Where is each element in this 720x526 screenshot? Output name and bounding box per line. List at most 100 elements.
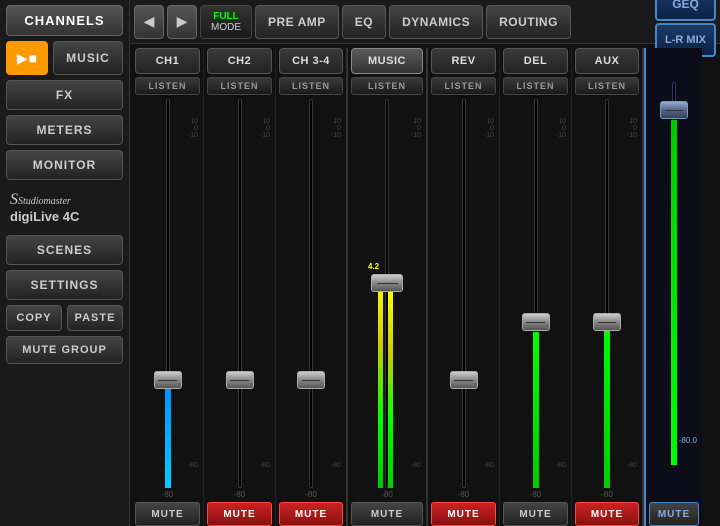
aux-vu-bar — [604, 313, 610, 488]
ch1-fader-container: 10 0 -10 -80 — [135, 99, 200, 488]
ch2-scale: 10 0 -10 -80 — [260, 118, 270, 468]
geq-vu-bar — [671, 120, 677, 465]
rev-scale: 10 0 -10 -80 — [484, 118, 494, 468]
ch1-mute-button[interactable]: MUTE — [135, 502, 200, 526]
geq-level-value: -80.0 — [679, 436, 697, 445]
sidebar: CHANNELS ▶■ MUSIC FX METERS MONITOR SStu… — [0, 0, 130, 526]
ch34-mute-button[interactable]: MUTE — [279, 502, 343, 526]
del-label-button[interactable]: DEL — [503, 48, 568, 74]
geq-fader-knob[interactable] — [660, 101, 688, 119]
music-fader-knob[interactable] — [371, 274, 403, 292]
channel-strip-rev: REV LISTEN 10 0 -10 -80 -80 MUTE — [428, 48, 500, 526]
ch34-label-button[interactable]: CH 3-4 — [279, 48, 343, 74]
aux-fader-knob[interactable] — [593, 313, 621, 331]
ch2-fader-track — [238, 99, 242, 488]
channel-strip-del: DEL LISTEN 10 0 -10 -80 -80 MUTE — [500, 48, 572, 526]
logo-area: SStudiomaster digiLive 4C — [6, 185, 123, 230]
full-text: FULL — [213, 11, 239, 22]
ch1-fader-knob[interactable] — [154, 371, 182, 389]
routing-button[interactable]: ROUTING — [486, 5, 571, 39]
del-fader-knob[interactable] — [522, 313, 550, 331]
music-label-button[interactable]: MUSIC — [351, 48, 423, 74]
music-button[interactable]: MUSIC — [53, 41, 123, 75]
del-bottom-label: -80 — [530, 490, 542, 499]
nav-forward-button[interactable]: ▶ — [167, 5, 197, 39]
ch1-label-button[interactable]: CH1 — [135, 48, 200, 74]
channels-button[interactable]: CHANNELS — [6, 5, 123, 36]
ch34-fader-track — [309, 99, 313, 488]
music-scale: 10 0 -10 -80 — [411, 118, 421, 468]
music-listen-button[interactable]: LISTEN — [351, 77, 423, 95]
preamp-button[interactable]: PRE AMP — [255, 5, 339, 39]
rev-mute-button[interactable]: MUTE — [431, 502, 496, 526]
geq-fader-track-area — [659, 82, 689, 465]
brand-logo: SStudiomaster — [10, 191, 71, 209]
stop-icon: ■ — [29, 50, 37, 66]
aux-label-button[interactable]: AUX — [575, 48, 639, 74]
channel-strip-aux: AUX LISTEN 10 0 -10 -80 -80 MUTE — [572, 48, 644, 526]
music-vu-value: 4.2 — [368, 262, 379, 271]
ch2-fader-track-area — [225, 99, 255, 488]
ch1-bottom-label: -80 — [162, 490, 174, 499]
ch2-label-button[interactable]: CH2 — [207, 48, 272, 74]
aux-scale: 10 0 -10 -80 — [627, 118, 637, 468]
aux-bottom-label: -80 — [601, 490, 613, 499]
aux-fader-track-area — [592, 99, 622, 488]
rev-fader-knob[interactable] — [450, 371, 478, 389]
aux-mute-button[interactable]: MUTE — [575, 502, 639, 526]
top-bar-left: ◀ ▶ FULL MODE PRE AMP EQ DYNAMICS ROUTIN… — [134, 5, 571, 39]
play-icon: ▶ — [17, 50, 28, 67]
copy-button[interactable]: COPY — [6, 305, 62, 331]
paste-button[interactable]: PASTE — [67, 305, 123, 331]
aux-listen-button[interactable]: LISTEN — [575, 77, 639, 95]
ch2-fader-knob[interactable] — [226, 371, 254, 389]
monitor-button[interactable]: MONITOR — [6, 150, 123, 180]
brand-name: Studiomaster — [18, 196, 71, 207]
play-button[interactable]: ▶■ — [6, 41, 48, 75]
rev-fader-track — [462, 99, 466, 488]
full-mode-button[interactable]: FULL MODE — [200, 5, 252, 39]
channel-strip-music: MUSIC LISTEN 10 0 -10 -80 4.2 -80 — [348, 48, 428, 526]
geq-fader-area: -80.0 — [649, 48, 699, 499]
rev-listen-button[interactable]: LISTEN — [431, 77, 496, 95]
rev-fader-track-area — [449, 99, 479, 488]
ch1-scale: 10 0 -10 -80 — [188, 118, 198, 468]
geq-mute-button[interactable]: MUTE — [649, 502, 699, 526]
fx-button[interactable]: FX — [6, 80, 123, 110]
dynamics-button[interactable]: DYNAMICS — [389, 5, 483, 39]
music-fader-track-area: 4.2 — [368, 99, 406, 488]
channel-strip-ch34: CH 3-4 LISTEN 10 0 -10 -80 -80 MUTE — [276, 48, 348, 526]
ch2-mute-button[interactable]: MUTE — [207, 502, 272, 526]
main-area: ◀ ▶ FULL MODE PRE AMP EQ DYNAMICS ROUTIN… — [130, 0, 720, 526]
ch34-listen-button[interactable]: LISTEN — [279, 77, 343, 95]
ch2-listen-button[interactable]: LISTEN — [207, 77, 272, 95]
ch1-fader-track-area — [153, 99, 183, 488]
geq-button[interactable]: GEQ — [655, 0, 716, 21]
ch1-listen-button[interactable]: LISTEN — [135, 77, 200, 95]
music-fader-container: 10 0 -10 -80 4.2 — [351, 99, 423, 488]
copy-paste-row: COPY PASTE — [6, 305, 123, 331]
music-mute-button[interactable]: MUTE — [351, 502, 423, 526]
nav-back-button[interactable]: ◀ — [134, 5, 164, 39]
scenes-button[interactable]: SCENES — [6, 235, 123, 265]
meters-button[interactable]: METERS — [6, 115, 123, 145]
del-mute-button[interactable]: MUTE — [503, 502, 568, 526]
ch2-bottom-label: -80 — [234, 490, 246, 499]
del-listen-button[interactable]: LISTEN — [503, 77, 568, 95]
del-scale: 10 0 -10 -80 — [556, 118, 566, 468]
transport-row: ▶■ MUSIC — [6, 41, 123, 75]
del-fader-track-area — [521, 99, 551, 488]
del-vu-bar — [533, 332, 539, 488]
music-bottom-label: -80 — [381, 490, 393, 499]
channel-strip-ch1: CH1 LISTEN 10 0 -10 -80 -80 MUTE — [132, 48, 204, 526]
ch34-fader-track-area — [296, 99, 326, 488]
music-vu-bar-right — [388, 286, 393, 488]
mute-group-button[interactable]: MUTE GROUP — [6, 336, 123, 364]
eq-button[interactable]: EQ — [342, 5, 386, 39]
ch34-fader-knob[interactable] — [297, 371, 325, 389]
settings-button[interactable]: SETTINGS — [6, 270, 123, 300]
channels-area: CH1 LISTEN 10 0 -10 -80 -80 MUTE — [130, 44, 720, 526]
rev-label-button[interactable]: REV — [431, 48, 496, 74]
rev-bottom-label: -80 — [458, 490, 470, 499]
top-navigation-bar: ◀ ▶ FULL MODE PRE AMP EQ DYNAMICS ROUTIN… — [130, 0, 720, 44]
